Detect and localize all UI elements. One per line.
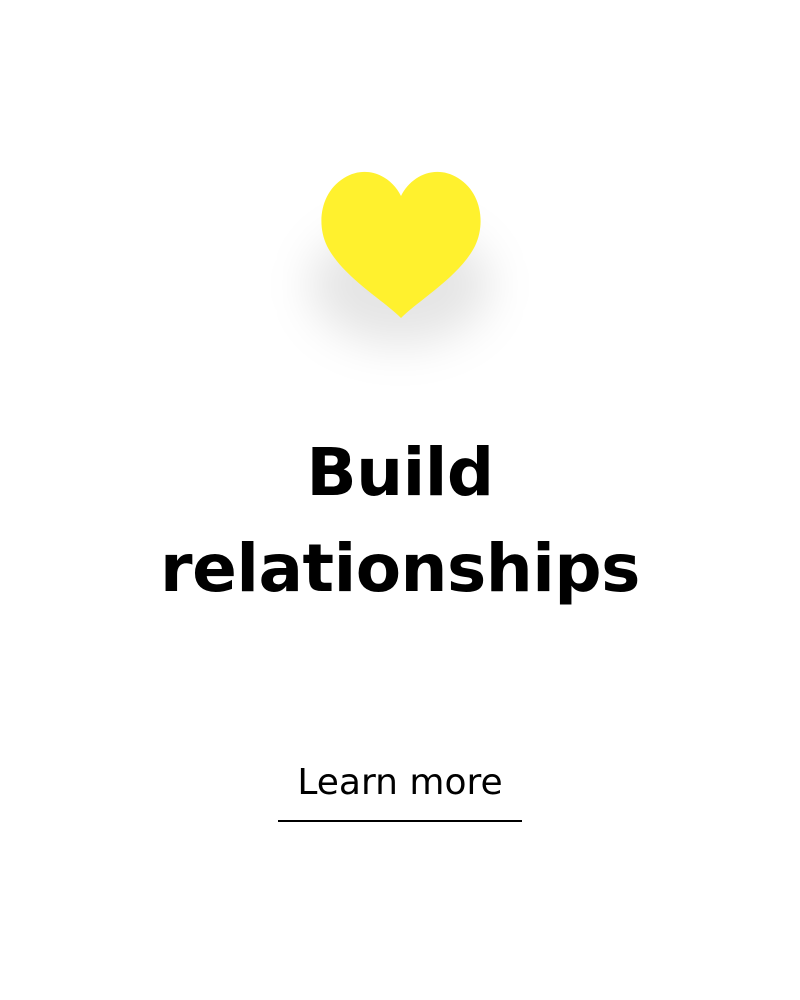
feature-card: Build relationships Learn more <box>0 0 800 1000</box>
headline-line-2: relationships <box>160 530 640 607</box>
headline-line-1: Build <box>306 434 494 511</box>
heart-icon <box>320 166 482 322</box>
headline: Build relationships <box>0 425 800 617</box>
learn-more-link[interactable]: Learn more <box>278 758 522 822</box>
